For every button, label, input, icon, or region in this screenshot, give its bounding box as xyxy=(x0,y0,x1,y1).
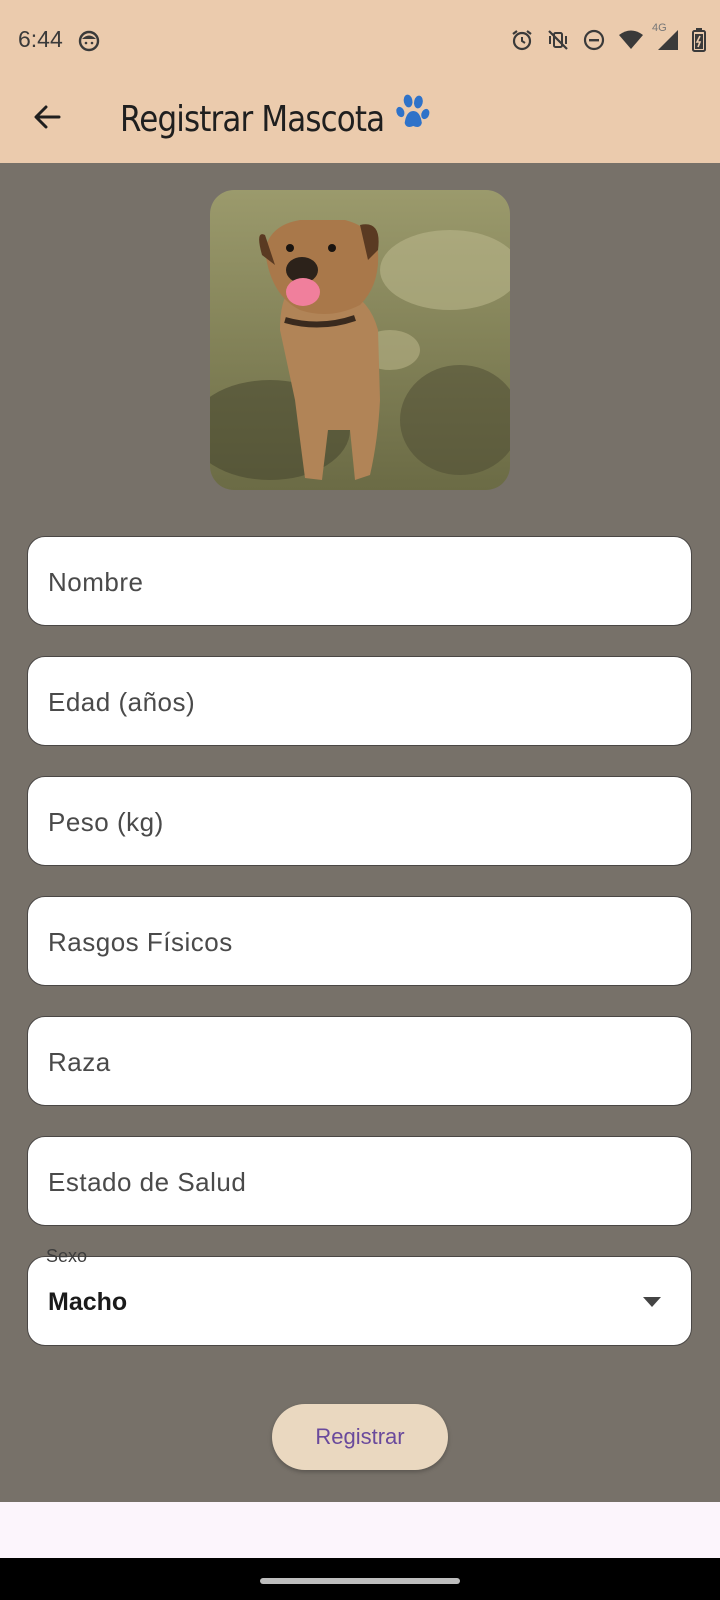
bottom-area xyxy=(0,1502,720,1558)
estado-salud-placeholder: Estado de Salud xyxy=(48,1167,247,1197)
vibrate-off-icon xyxy=(546,28,570,57)
estado-salud-field[interactable]: Estado de Salud xyxy=(27,1136,692,1226)
peso-placeholder: Peso (kg) xyxy=(48,807,164,837)
home-indicator[interactable] xyxy=(260,1578,460,1584)
status-bar: 6:44 4G xyxy=(0,0,720,84)
peso-field[interactable]: Peso (kg) xyxy=(27,776,692,866)
sexo-label: Sexo xyxy=(46,1246,88,1266)
paw-icon xyxy=(395,90,431,150)
wifi-icon xyxy=(618,29,644,56)
dropdown-arrow-icon xyxy=(643,1297,661,1307)
do-not-disturb-icon xyxy=(582,28,606,57)
alarm-icon xyxy=(510,28,534,57)
form-screen: Nombre Edad (años) Peso (kg) Rasgos Físi… xyxy=(0,163,720,1502)
app-bar: Registrar Mascota xyxy=(0,84,720,163)
face-icon xyxy=(78,30,100,57)
status-time: 6:44 xyxy=(18,26,63,52)
edad-field[interactable]: Edad (años) xyxy=(27,656,692,746)
status-icons: 4G xyxy=(510,22,706,57)
edad-placeholder: Edad (años) xyxy=(48,687,196,717)
network-type-label: 4G xyxy=(652,22,667,34)
sexo-select[interactable]: Macho xyxy=(27,1256,692,1346)
page-title: Registrar Mascota xyxy=(120,90,431,150)
nombre-field[interactable]: Nombre xyxy=(27,536,692,626)
dog-photo-illustration xyxy=(210,190,510,490)
raza-placeholder: Raza xyxy=(48,1047,111,1077)
battery-icon xyxy=(692,28,706,57)
rasgos-fisicos-placeholder: Rasgos Físicos xyxy=(48,927,233,957)
signal-icon: 4G xyxy=(652,22,680,57)
pet-photo[interactable] xyxy=(210,190,510,490)
back-button[interactable] xyxy=(26,98,68,140)
arrow-back-icon xyxy=(32,102,62,137)
nombre-placeholder: Nombre xyxy=(48,567,144,597)
registrar-button[interactable]: Registrar xyxy=(272,1404,448,1470)
rasgos-fisicos-field[interactable]: Rasgos Físicos xyxy=(27,896,692,986)
raza-field[interactable]: Raza xyxy=(27,1016,692,1106)
page-title-text: Registrar Mascota xyxy=(120,99,385,140)
system-nav-bar xyxy=(0,1558,720,1600)
sexo-selected-value: Macho xyxy=(48,1288,128,1316)
